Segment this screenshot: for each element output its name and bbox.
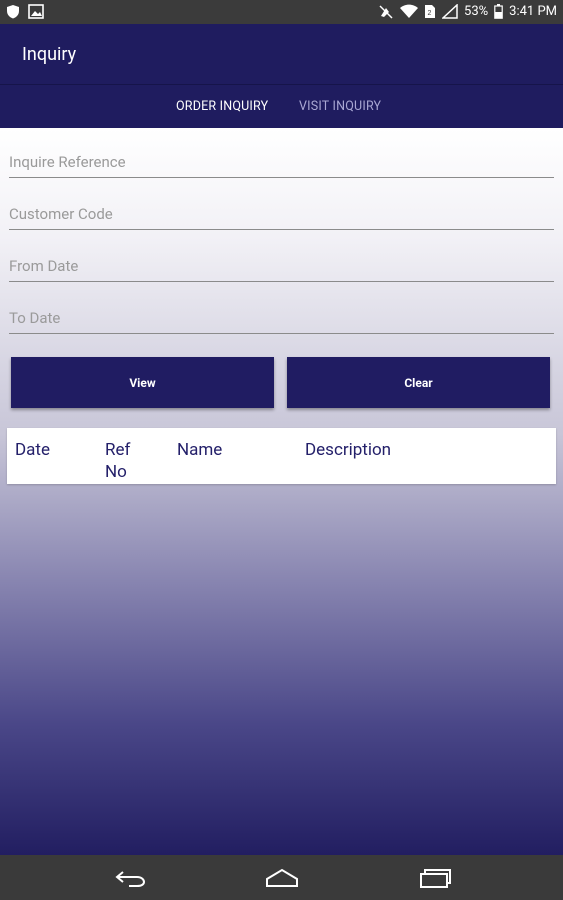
customer-code-field [9,200,554,230]
inquire-reference-input[interactable] [9,148,554,176]
from-date-field [9,252,554,282]
svg-text:2: 2 [428,10,432,17]
tab-order-inquiry[interactable]: ORDER INQUIRY [176,99,268,114]
battery-icon [494,4,503,19]
home-icon[interactable] [264,867,300,893]
app-bar: Inquiry [0,24,563,84]
nav-bar [0,855,563,900]
column-header-name: Name [177,440,223,460]
page-title: Inquiry [22,44,77,65]
from-date-input[interactable] [9,252,554,280]
column-header-date: Date [15,440,50,460]
signal-icon [442,4,458,19]
back-icon[interactable] [113,867,147,893]
tab-bar: ORDER INQUIRY VISIT INQUIRY [0,84,563,128]
clear-button[interactable]: Clear [287,357,550,408]
mute-icon [378,4,394,19]
clock: 3:41 PM [509,4,557,19]
to-date-input[interactable] [9,304,554,332]
wifi-icon [400,4,419,19]
column-header-description: Description [305,440,392,460]
recents-icon[interactable] [418,867,452,893]
inquire-reference-field [9,148,554,178]
image-icon [28,4,44,19]
status-bar: 2 53% 3:41 PM [0,0,563,24]
tab-visit-inquiry[interactable]: VISIT INQUIRY [299,99,381,114]
shield-icon [6,4,20,19]
view-button[interactable]: View [11,357,274,408]
to-date-field [9,304,554,334]
battery-percent: 53% [464,4,489,19]
table-header: Date Ref No Name Description [7,428,556,484]
sim-icon: 2 [424,4,436,19]
content-area: View Clear Date Ref No Name Description [0,128,563,855]
customer-code-input[interactable] [9,200,554,228]
column-header-ref-no: Ref No [105,440,131,482]
